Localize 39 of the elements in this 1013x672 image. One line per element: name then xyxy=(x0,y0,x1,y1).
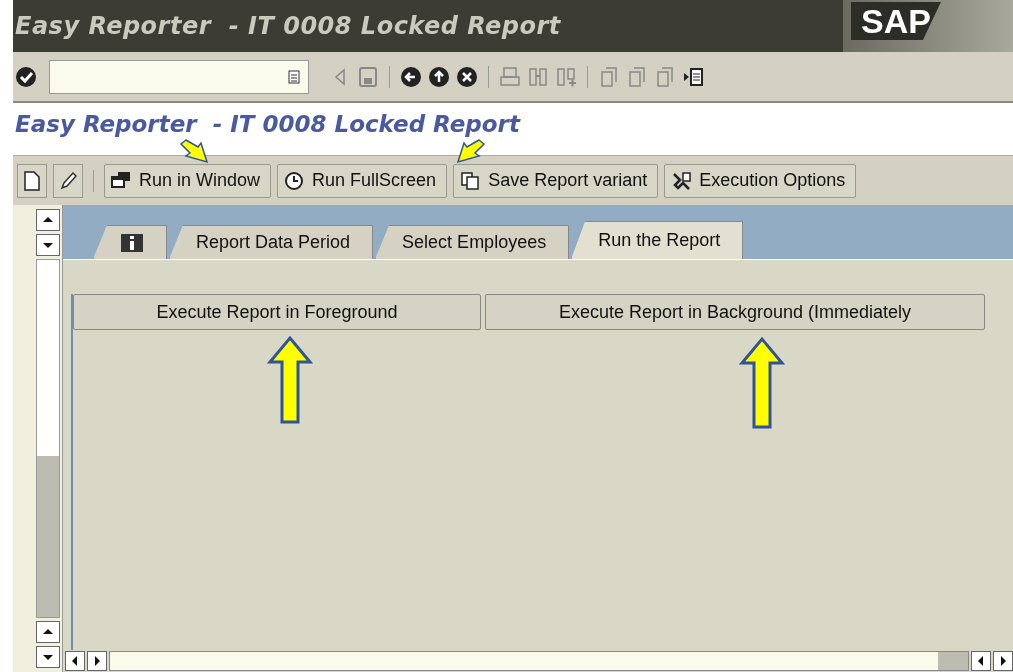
new-button[interactable] xyxy=(17,163,47,198)
tab[interactable] xyxy=(93,225,167,259)
tab[interactable]: Report Data Period xyxy=(169,225,374,259)
clock-icon xyxy=(284,170,305,191)
back-icon[interactable] xyxy=(400,65,422,88)
command-field[interactable] xyxy=(49,59,309,94)
scroll-right-button[interactable] xyxy=(993,651,1013,671)
tab[interactable]: Run the Report xyxy=(571,221,744,259)
scroll-up-button[interactable] xyxy=(36,209,60,231)
pointer-arrow xyxy=(180,139,210,163)
list-icon[interactable] xyxy=(288,69,300,84)
scroll-left-button[interactable] xyxy=(971,651,991,671)
check-icon[interactable] xyxy=(15,65,37,88)
document-icon xyxy=(24,170,40,191)
toolbar-button[interactable]: Save Report variant xyxy=(453,163,659,198)
cancel-icon[interactable] xyxy=(456,65,478,88)
edit-button[interactable] xyxy=(53,163,83,198)
toolbar-button[interactable]: Execution Options xyxy=(664,163,857,198)
scroll-up-button[interactable] xyxy=(36,621,60,643)
scrollbar[interactable] xyxy=(36,259,60,618)
pointer-arrow xyxy=(455,139,485,163)
execute-button[interactable]: Execute Report in Foreground xyxy=(73,294,481,330)
screen-title: Easy Reporter - IT 0008 Locked Report xyxy=(15,111,520,137)
scroll-right-button[interactable] xyxy=(87,651,107,671)
scroll-down-button[interactable] xyxy=(36,646,60,668)
toolbar-button[interactable]: Run FullScreen xyxy=(277,163,448,198)
horizontal-scrollbar[interactable] xyxy=(109,651,969,671)
execute-button[interactable]: Execute Report in Background (Immediately xyxy=(485,294,985,330)
window-title: Easy Reporter - IT 0008 Locked Report xyxy=(14,11,561,42)
copy-icon xyxy=(460,170,481,191)
toolbar-button[interactable]: Run in Window xyxy=(104,163,272,198)
windows-icon xyxy=(111,170,131,191)
scroll-down-button[interactable] xyxy=(36,234,60,256)
tab[interactable]: Select Employees xyxy=(375,225,570,259)
info-icon xyxy=(120,232,144,253)
pencil-icon xyxy=(59,170,77,191)
up-icon[interactable] xyxy=(428,65,450,88)
logo: SAP xyxy=(851,2,941,40)
scroll-left-button[interactable] xyxy=(65,651,85,671)
